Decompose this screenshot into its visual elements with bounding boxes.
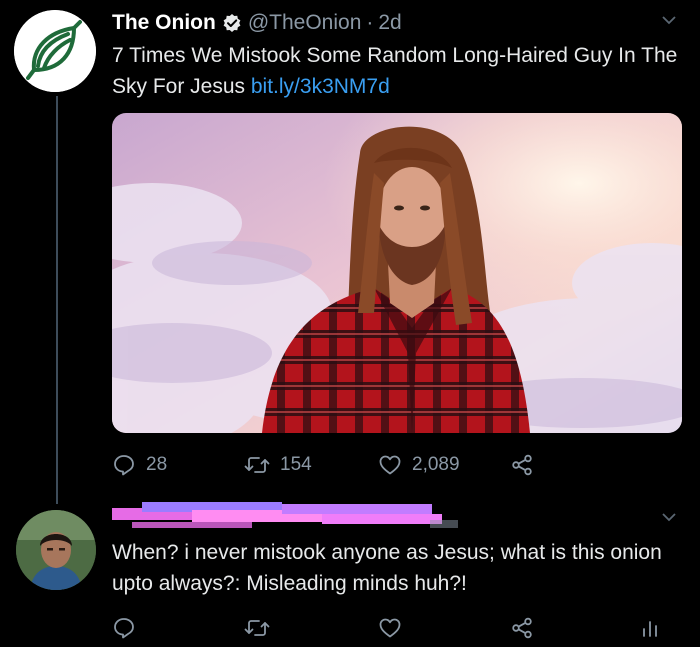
like-action[interactable] [378,613,412,643]
heart-icon [379,455,401,475]
tweet-media-image[interactable] [112,113,682,433]
thread-line [56,96,58,504]
user-photo-icon [16,510,96,590]
onion-avatar[interactable] [14,10,96,92]
reply-user-avatar[interactable] [16,510,96,590]
like-count: 2,089 [412,454,460,475]
chevron-down-icon[interactable] [662,513,676,522]
share-action[interactable] [510,450,544,480]
user-handle[interactable]: @TheOnion [248,11,362,35]
reply-icon [114,455,134,476]
separator-dot: · [366,11,374,34]
share-icon [512,454,532,476]
reply-action[interactable]: 28 [112,450,167,480]
reply-action[interactable] [112,613,146,643]
retweet-icon [244,620,270,636]
like-action[interactable]: 2,089 [378,450,460,480]
chevron-down-icon[interactable] [662,16,676,25]
analytics-action[interactable] [640,613,670,643]
verified-badge-icon [223,14,241,32]
heart-icon [379,618,401,638]
long-haired-man-in-clouds-image [112,113,682,433]
redacted-username-scribble [112,502,458,528]
tweet-header: The Onion @TheOnion · 2d [112,8,402,38]
retweet-count: 154 [280,454,312,475]
tweet-body: 7 Times We Mistook Some Random Long-Hair… [112,44,678,98]
reply-text: When? i never mistook anyone as Jesus; w… [112,541,662,595]
onion-logo-icon [14,10,96,92]
tweet-text: 7 Times We Mistook Some Random Long-Hair… [112,40,692,102]
reply-icon [114,618,134,639]
tweet-link[interactable]: bit.ly/3k3NM7d [251,75,390,98]
share-action[interactable] [510,613,544,643]
share-icon [512,617,532,639]
display-name[interactable]: The Onion [112,11,216,35]
timestamp[interactable]: 2d [378,11,401,35]
retweet-action[interactable] [244,613,280,643]
retweet-action[interactable]: 154 [244,450,312,480]
analytics-icon [643,621,657,637]
reply-count: 28 [146,454,168,475]
retweet-icon [244,457,270,473]
